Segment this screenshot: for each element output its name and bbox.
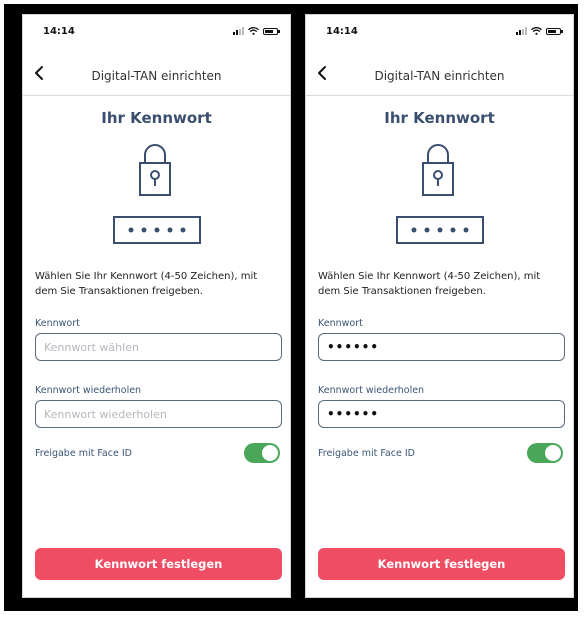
nav-title: Digital-TAN einrichten xyxy=(91,69,222,83)
password-input[interactable] xyxy=(35,333,282,361)
toggle-knob xyxy=(545,445,561,461)
password-input[interactable] xyxy=(318,333,565,361)
screenshot-frame: 14:14 Digital-TAN einrichten Ihr Kennwor… xyxy=(4,4,578,611)
status-icons xyxy=(516,27,563,35)
status-bar: 14:14 xyxy=(23,15,290,49)
faceid-label: Freigabe mit Face ID xyxy=(318,448,415,459)
phone-screen-filled: 14:14 Digital-TAN einrichten Ihr Kennwor… xyxy=(305,14,574,598)
signal-icon xyxy=(516,27,527,35)
page-title: Ihr Kennwort xyxy=(101,109,212,127)
status-icons xyxy=(233,27,280,35)
faceid-label: Freigabe mit Face ID xyxy=(35,448,132,459)
status-bar: 14:14 xyxy=(306,15,573,49)
password-repeat-label: Kennwort wiederholen xyxy=(35,385,142,396)
status-time: 14:14 xyxy=(326,26,358,37)
password-label: Kennwort xyxy=(318,318,363,329)
faceid-toggle[interactable] xyxy=(244,443,280,463)
password-repeat-input[interactable] xyxy=(318,400,565,428)
description-text: Wählen Sie Ihr Kennwort (4-50 Zeichen), … xyxy=(318,271,541,297)
signal-icon xyxy=(233,27,244,35)
battery-icon xyxy=(546,27,563,35)
navigation-bar: Digital-TAN einrichten xyxy=(306,55,573,96)
password-repeat-input[interactable] xyxy=(35,400,282,428)
password-label: Kennwort xyxy=(35,318,80,329)
description-text: Wählen Sie Ihr Kennwort (4-50 Zeichen), … xyxy=(35,271,258,297)
lock-password-icon xyxy=(113,144,201,244)
toggle-knob xyxy=(262,445,278,461)
wifi-icon xyxy=(248,27,259,35)
nav-title: Digital-TAN einrichten xyxy=(374,69,505,83)
navigation-bar: Digital-TAN einrichten xyxy=(23,55,290,96)
password-repeat-label: Kennwort wiederholen xyxy=(318,385,425,396)
wifi-icon xyxy=(531,27,542,35)
phone-screen-empty: 14:14 Digital-TAN einrichten Ihr Kennwor… xyxy=(22,14,291,598)
battery-icon xyxy=(263,27,280,35)
lock-password-icon xyxy=(396,144,484,244)
set-password-button[interactable]: Kennwort festlegen xyxy=(35,548,282,580)
status-time: 14:14 xyxy=(43,26,75,37)
faceid-toggle[interactable] xyxy=(527,443,563,463)
page-title: Ihr Kennwort xyxy=(384,109,495,127)
set-password-button[interactable]: Kennwort festlegen xyxy=(318,548,565,580)
